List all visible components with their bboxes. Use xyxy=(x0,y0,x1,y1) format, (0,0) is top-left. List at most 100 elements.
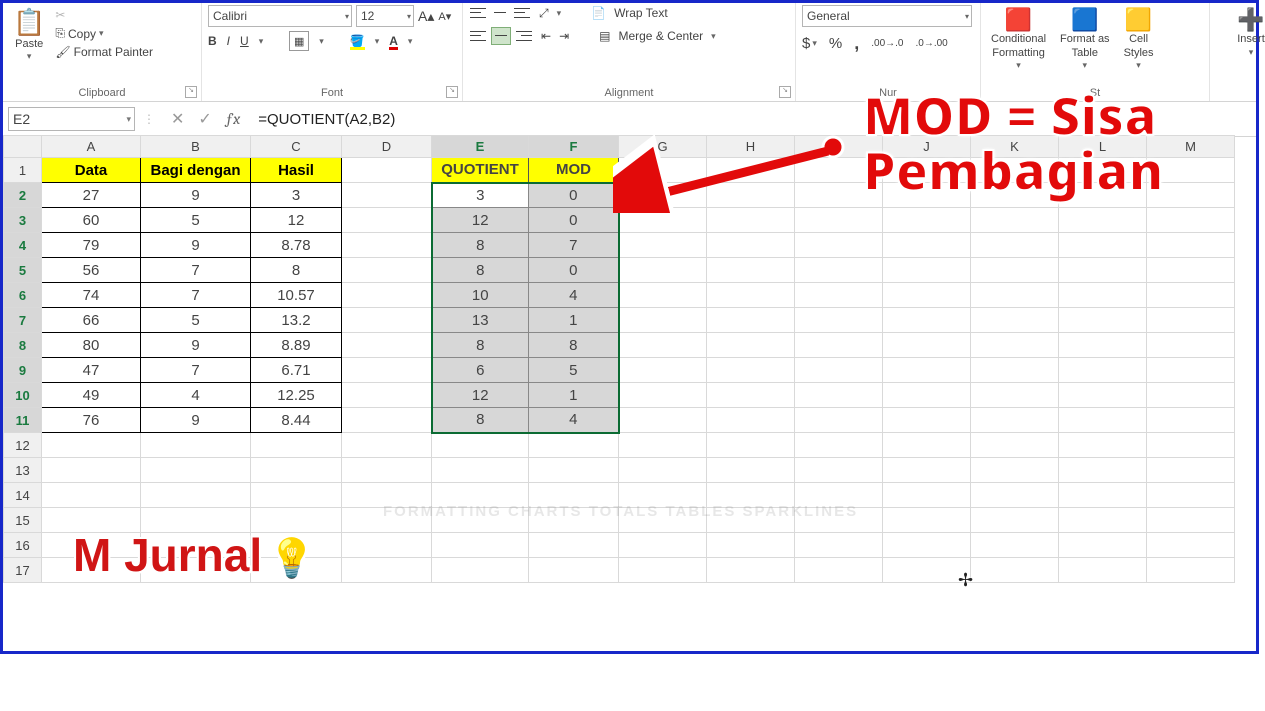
cell[interactable]: 79 xyxy=(42,233,141,258)
cell[interactable] xyxy=(1147,533,1235,558)
row-header[interactable]: 2 xyxy=(4,183,42,208)
increase-font-icon[interactable]: A▴ xyxy=(418,5,434,27)
column-header[interactable]: D xyxy=(342,136,432,158)
cell[interactable]: MOD xyxy=(529,158,619,183)
cell[interactable] xyxy=(971,433,1059,458)
cell[interactable] xyxy=(529,533,619,558)
cell[interactable]: 3 xyxy=(432,183,529,208)
cell[interactable] xyxy=(619,233,707,258)
column-header[interactable]: E xyxy=(432,136,529,158)
cell[interactable]: 12.25 xyxy=(251,383,342,408)
cell[interactable] xyxy=(883,258,971,283)
cell[interactable] xyxy=(883,383,971,408)
cell[interactable]: 3 xyxy=(251,183,342,208)
cell[interactable] xyxy=(1147,433,1235,458)
accounting-format-button[interactable]: $ xyxy=(802,35,810,52)
cell[interactable] xyxy=(1059,483,1147,508)
cell[interactable]: 7 xyxy=(141,283,251,308)
cell[interactable] xyxy=(795,383,883,408)
cell[interactable] xyxy=(432,533,529,558)
cell[interactable]: 8 xyxy=(432,258,529,283)
cell[interactable] xyxy=(1059,558,1147,583)
cell[interactable] xyxy=(1147,283,1235,308)
decrease-indent-icon[interactable]: ⇤ xyxy=(541,29,551,43)
enter-formula-icon[interactable]: ✓ xyxy=(198,109,211,129)
underline-button[interactable]: U xyxy=(240,34,249,48)
cell[interactable] xyxy=(1059,258,1147,283)
cell[interactable]: 8 xyxy=(251,258,342,283)
row-header[interactable]: 11 xyxy=(4,408,42,433)
increase-indent-icon[interactable]: ⇥ xyxy=(559,29,569,43)
select-all-corner[interactable] xyxy=(4,136,42,158)
cell[interactable] xyxy=(1059,283,1147,308)
cut-button[interactable]: ✂ xyxy=(55,7,153,23)
fill-color-button[interactable]: 🪣 xyxy=(350,34,365,48)
cell[interactable] xyxy=(883,333,971,358)
column-header[interactable]: B xyxy=(141,136,251,158)
cell[interactable]: 12 xyxy=(432,383,529,408)
orientation-button[interactable]: ⤢ xyxy=(539,6,549,21)
cell[interactable]: 80 xyxy=(42,333,141,358)
cell[interactable] xyxy=(42,433,141,458)
increase-decimal-icon[interactable]: .00→.0 xyxy=(871,38,903,49)
cell[interactable]: 12 xyxy=(251,208,342,233)
cell[interactable] xyxy=(795,558,883,583)
cell[interactable]: 8.78 xyxy=(251,233,342,258)
cell[interactable] xyxy=(707,358,795,383)
cell[interactable] xyxy=(342,333,432,358)
name-box[interactable]: E2 ▾ xyxy=(8,107,135,131)
cell[interactable] xyxy=(883,208,971,233)
cell[interactable] xyxy=(251,483,342,508)
cell[interactable]: 8 xyxy=(529,333,619,358)
dialog-launcher-icon[interactable]: ↘ xyxy=(185,86,197,98)
cell[interactable] xyxy=(251,458,342,483)
cell[interactable] xyxy=(342,358,432,383)
cell[interactable] xyxy=(883,483,971,508)
number-format-combo[interactable]: General ▾ xyxy=(802,5,972,27)
cell[interactable] xyxy=(971,508,1059,533)
cell[interactable]: 27 xyxy=(42,183,141,208)
cell[interactable] xyxy=(342,308,432,333)
cell[interactable]: 8 xyxy=(432,333,529,358)
cell[interactable]: 60 xyxy=(42,208,141,233)
cell[interactable] xyxy=(251,433,342,458)
cell[interactable] xyxy=(342,258,432,283)
cell[interactable] xyxy=(1059,408,1147,433)
cell[interactable] xyxy=(883,433,971,458)
borders-button[interactable]: ▦ xyxy=(289,31,309,51)
cell[interactable]: 8 xyxy=(432,233,529,258)
cell[interactable] xyxy=(1147,333,1235,358)
cell[interactable] xyxy=(707,283,795,308)
wrap-text-button[interactable]: Wrap Text xyxy=(614,6,668,20)
cell[interactable]: 49 xyxy=(42,383,141,408)
cell[interactable] xyxy=(971,258,1059,283)
cell[interactable] xyxy=(529,558,619,583)
row-header[interactable]: 4 xyxy=(4,233,42,258)
cell[interactable]: Data xyxy=(42,158,141,183)
format-painter-button[interactable]: 🖌 Format Painter xyxy=(55,44,153,60)
cell[interactable] xyxy=(619,358,707,383)
decrease-decimal-icon[interactable]: .0→.00 xyxy=(915,38,947,49)
cell[interactable]: 10 xyxy=(432,283,529,308)
cell[interactable]: 9 xyxy=(141,183,251,208)
cell[interactable]: 12 xyxy=(432,208,529,233)
font-color-button[interactable]: A xyxy=(389,34,398,48)
cell[interactable] xyxy=(707,558,795,583)
row-header[interactable]: 5 xyxy=(4,258,42,283)
cell[interactable]: 4 xyxy=(529,283,619,308)
cell[interactable] xyxy=(619,308,707,333)
cell[interactable] xyxy=(619,258,707,283)
cell[interactable] xyxy=(1059,208,1147,233)
cell[interactable] xyxy=(971,458,1059,483)
cell[interactable]: 56 xyxy=(42,258,141,283)
cell[interactable] xyxy=(707,458,795,483)
cell[interactable] xyxy=(342,458,432,483)
cell[interactable] xyxy=(432,558,529,583)
align-middle-icon[interactable] xyxy=(491,5,509,21)
cell[interactable] xyxy=(342,158,432,183)
cell[interactable] xyxy=(707,383,795,408)
align-bottom-icon[interactable] xyxy=(513,5,531,21)
row-header[interactable]: 17 xyxy=(4,558,42,583)
row-header[interactable]: 16 xyxy=(4,533,42,558)
cell[interactable] xyxy=(1147,383,1235,408)
